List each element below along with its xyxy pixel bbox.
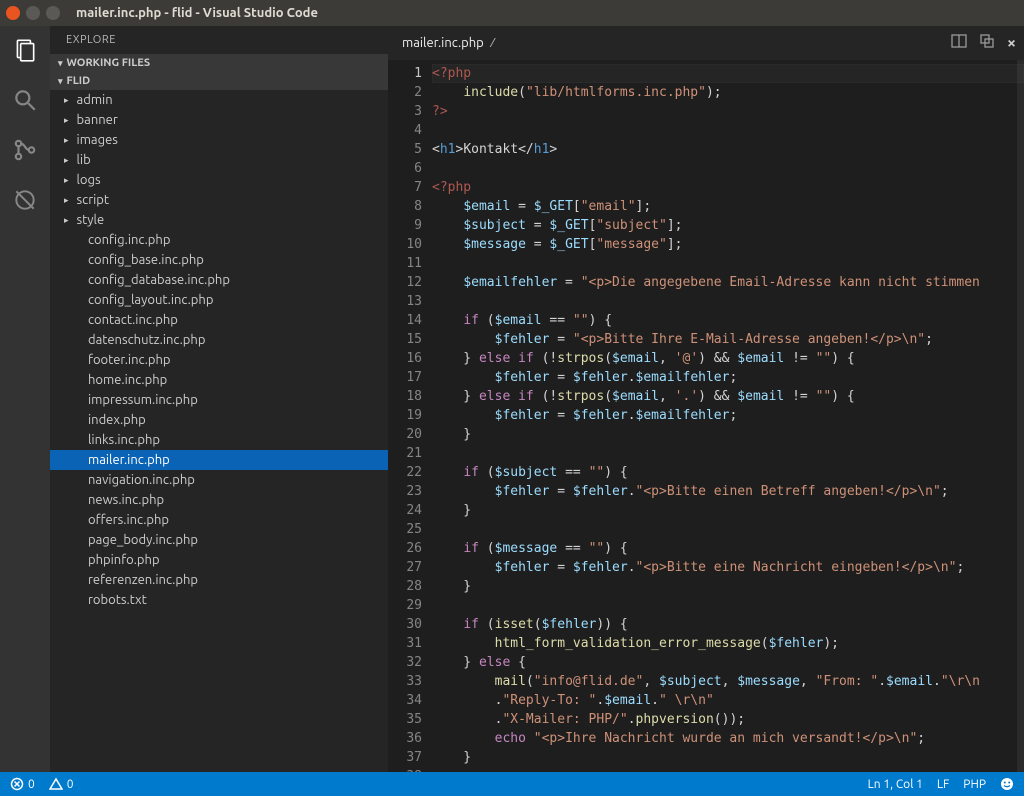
- activity-bar: [0, 26, 50, 772]
- editor-area: mailer.inc.php ⁄ × 123456789101112131415…: [388, 26, 1024, 772]
- file-config_layout-inc-php[interactable]: config_layout.inc.php: [50, 290, 388, 310]
- file-impressum-inc-php[interactable]: impressum.inc.php: [50, 390, 388, 410]
- window-minimize-button[interactable]: [26, 6, 40, 20]
- file-offers-inc-php[interactable]: offers.inc.php: [50, 510, 388, 530]
- chevron-down-icon: ▾: [58, 76, 63, 87]
- chevron-down-icon: ▾: [58, 58, 63, 69]
- sidebar-title: EXPLORE: [50, 26, 388, 54]
- file-phpinfo-php[interactable]: phpinfo.php: [50, 550, 388, 570]
- status-warnings[interactable]: 0: [49, 777, 74, 791]
- project-header[interactable]: ▾FLID: [50, 72, 388, 90]
- file-mailer-inc-php[interactable]: mailer.inc.php: [50, 450, 388, 470]
- search-icon[interactable]: [11, 86, 39, 114]
- working-files-header[interactable]: ▾WORKING FILES: [50, 54, 388, 72]
- file-datenschutz-inc-php[interactable]: datenschutz.inc.php: [50, 330, 388, 350]
- sidebar: EXPLORE ▾WORKING FILES ▾FLID adminbanner…: [50, 26, 388, 772]
- folder-script[interactable]: script: [50, 190, 388, 210]
- editor[interactable]: 1234567891011121314151617181920212223242…: [388, 60, 1024, 772]
- file-home-inc-php[interactable]: home.inc.php: [50, 370, 388, 390]
- feedback-icon[interactable]: [1000, 777, 1014, 791]
- more-actions-icon[interactable]: [979, 33, 995, 53]
- status-encoding[interactable]: LF: [937, 778, 949, 791]
- scrollbar[interactable]: [1017, 60, 1024, 772]
- tab-bar: mailer.inc.php ⁄ ×: [388, 26, 1024, 60]
- status-errors[interactable]: 0: [10, 777, 35, 791]
- file-tree: adminbannerimagesliblogsscriptstyleconfi…: [50, 90, 388, 772]
- file-page_body-inc-php[interactable]: page_body.inc.php: [50, 530, 388, 550]
- folder-lib[interactable]: lib: [50, 150, 388, 170]
- file-links-inc-php[interactable]: links.inc.php: [50, 430, 388, 450]
- status-language[interactable]: PHP: [963, 778, 986, 791]
- folder-style[interactable]: style: [50, 210, 388, 230]
- file-config_database-inc-php[interactable]: config_database.inc.php: [50, 270, 388, 290]
- split-editor-icon[interactable]: [951, 33, 967, 53]
- window-maximize-button[interactable]: [46, 6, 60, 20]
- window-title: mailer.inc.php - flid - Visual Studio Co…: [76, 6, 318, 20]
- file-config_base-inc-php[interactable]: config_base.inc.php: [50, 250, 388, 270]
- line-number-gutter: 1234567891011121314151617181920212223242…: [388, 60, 432, 772]
- file-news-inc-php[interactable]: news.inc.php: [50, 490, 388, 510]
- close-icon[interactable]: ⁄: [492, 36, 494, 50]
- tab-mailer[interactable]: mailer.inc.php ⁄: [402, 36, 494, 50]
- file-robots-txt[interactable]: robots.txt: [50, 590, 388, 610]
- folder-admin[interactable]: admin: [50, 90, 388, 110]
- debug-icon[interactable]: [11, 186, 39, 214]
- file-referenzen-inc-php[interactable]: referenzen.inc.php: [50, 570, 388, 590]
- close-editor-icon[interactable]: ×: [1007, 34, 1016, 52]
- window-close-button[interactable]: [6, 6, 20, 20]
- file-index-php[interactable]: index.php: [50, 410, 388, 430]
- folder-banner[interactable]: banner: [50, 110, 388, 130]
- file-navigation-inc-php[interactable]: navigation.inc.php: [50, 470, 388, 490]
- file-config-inc-php[interactable]: config.inc.php: [50, 230, 388, 250]
- tab-label: mailer.inc.php: [402, 36, 484, 50]
- file-footer-inc-php[interactable]: footer.inc.php: [50, 350, 388, 370]
- folder-images[interactable]: images: [50, 130, 388, 150]
- source-control-icon[interactable]: [11, 136, 39, 164]
- folder-logs[interactable]: logs: [50, 170, 388, 190]
- status-bar: 0 0 Ln 1, Col 1 LF PHP: [0, 772, 1024, 796]
- code-content[interactable]: <?php include("lib/htmlforms.inc.php");?…: [432, 60, 1024, 772]
- file-contact-inc-php[interactable]: contact.inc.php: [50, 310, 388, 330]
- window-titlebar: mailer.inc.php - flid - Visual Studio Co…: [0, 0, 1024, 26]
- explorer-icon[interactable]: [11, 36, 39, 64]
- status-cursor-position[interactable]: Ln 1, Col 1: [868, 778, 923, 791]
